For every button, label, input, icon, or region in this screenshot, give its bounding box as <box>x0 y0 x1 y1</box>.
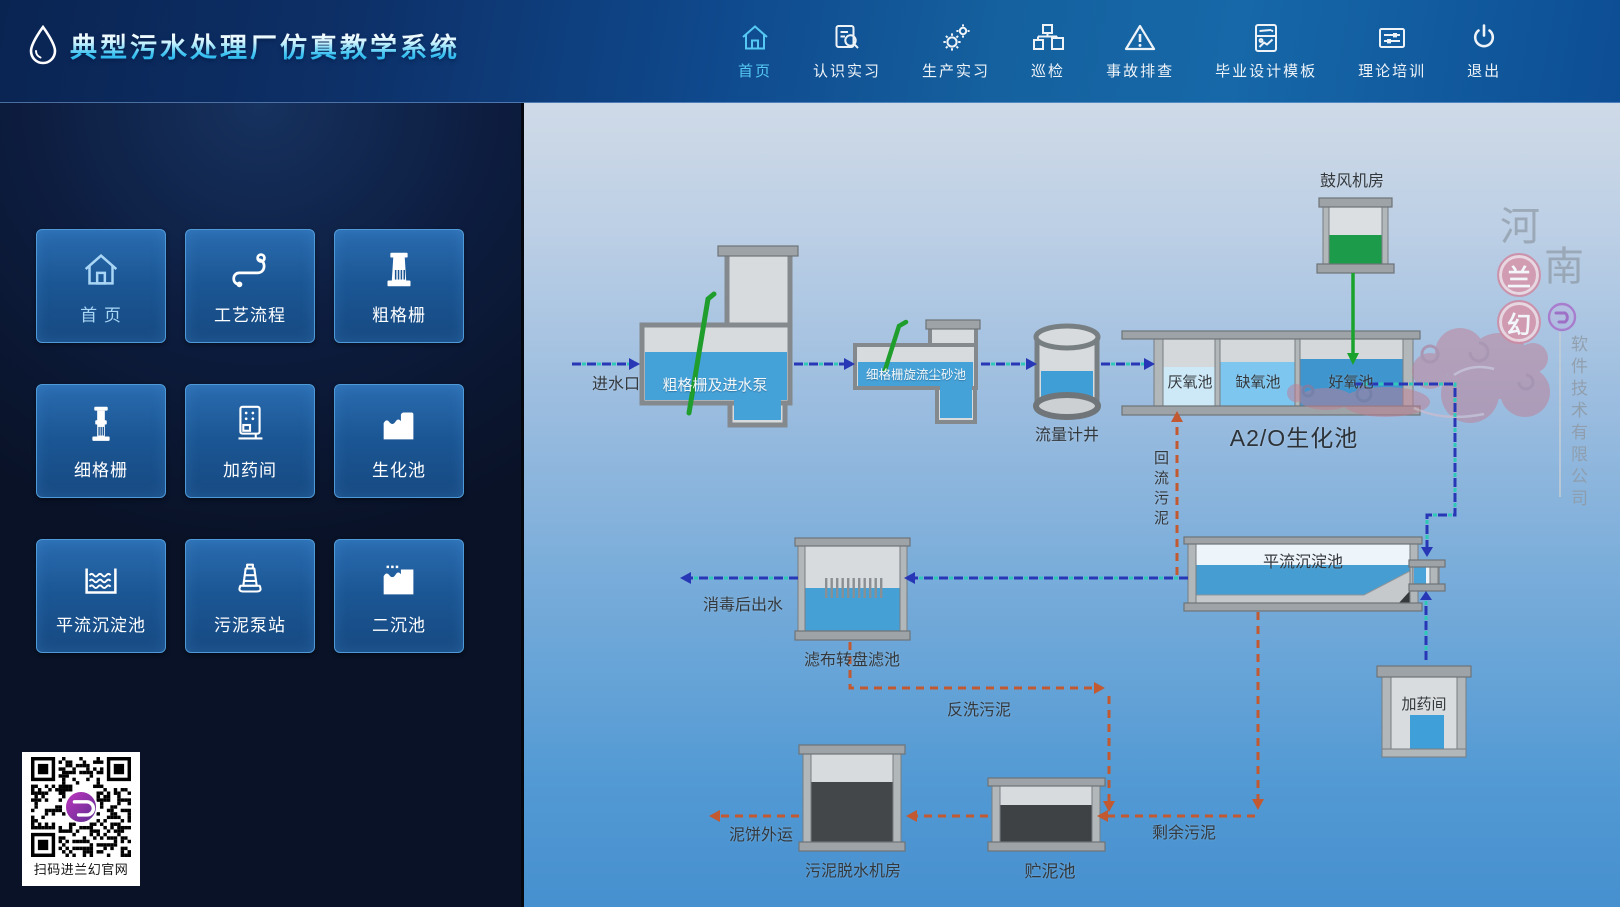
label-coarse-screen[interactable]: 粗格栅及进水泵 <box>662 374 767 395</box>
label-inlet: 进水口 <box>592 370 640 394</box>
bio-tank-icon <box>376 402 422 448</box>
label-disinfected-outflow: 消毒后出水 <box>703 591 783 615</box>
sidebar-item-home[interactable]: 首 页 <box>36 229 166 343</box>
warning-triangle-icon <box>1123 22 1157 54</box>
label-dosing-room[interactable]: 加药间 <box>1401 693 1446 714</box>
label-return-sludge: 回流污泥 <box>1150 450 1171 530</box>
coarse-screen-tank-shape[interactable] <box>642 246 798 425</box>
top-nav: 首页 认识实习 <box>738 0 1501 103</box>
watermark-seal-lan: 兰 <box>1497 253 1541 297</box>
label-fine-screen-grit[interactable]: 细格栅旋流尘砂池 <box>866 364 966 383</box>
label-sedimentation[interactable]: 平流沉淀池 <box>1263 548 1343 572</box>
dosing-machine-icon <box>227 402 273 448</box>
watermark-char-nan: 南 <box>1544 234 1584 292</box>
label-aerobic: 好氧池 <box>1328 371 1373 392</box>
org-chart-icon <box>1032 22 1064 54</box>
sidebar: 首 页 工艺流程 <box>0 103 524 907</box>
app-window: 典型污水处理厂仿真教学系统 首页 认识实习 <box>0 0 1620 907</box>
secondary-tank-icon <box>376 557 422 603</box>
flow-diagram-area: 进水口 粗格栅及进水泵 细格栅旋流尘砂池 流量计井 厌氧池 缺氧池 好氧池 A2… <box>524 103 1620 907</box>
watermark-seal-huan: 幻 <box>1497 300 1541 344</box>
qr-caption: 扫码进兰幻官网 <box>22 859 140 878</box>
home-icon <box>739 22 771 54</box>
sidebar-item-sludge-pump-station[interactable]: 污泥泵站 <box>185 539 315 653</box>
sliders-icon <box>1376 22 1408 54</box>
gears-icon <box>940 22 972 54</box>
header-bar: 典型污水处理厂仿真教学系统 首页 认识实习 <box>0 0 1620 103</box>
fine-screen-icon <box>78 402 124 448</box>
sludge-flow-pipes <box>709 411 1264 822</box>
label-anoxic: 缺氧池 <box>1235 371 1280 392</box>
sidebar-item-dosing-room[interactable]: 加药间 <box>185 384 315 498</box>
label-a2o-tank[interactable]: A2/O生化池 <box>1230 419 1358 453</box>
label-cloth-disc-filter[interactable]: 滤布转盘滤池 <box>804 646 900 670</box>
sludge-pump-icon <box>227 557 273 603</box>
qr-code-card: 扫码进兰幻官网 <box>22 752 140 886</box>
sidebar-item-bio-tank[interactable]: 生化池 <box>334 384 464 498</box>
dewatering-house-shape[interactable] <box>799 745 905 851</box>
sidebar-button-grid: 首 页 工艺流程 <box>36 229 464 653</box>
nav-item-production-practice[interactable]: 生产实习 <box>922 22 990 81</box>
label-blower-house[interactable]: 鼓风机房 <box>1320 167 1384 191</box>
qr-code <box>31 757 131 857</box>
watermark-char-he: 河 <box>1500 194 1540 252</box>
sidebar-item-fine-screen[interactable]: 细格栅 <box>36 384 166 498</box>
nav-item-accident-check[interactable]: 事故排查 <box>1106 22 1174 81</box>
process-flow-diagram <box>524 103 1620 907</box>
sidebar-item-coarse-screen[interactable]: 粗格栅 <box>334 229 464 343</box>
sidebar-item-process-flow[interactable]: 工艺流程 <box>185 229 315 343</box>
water-drop-icon <box>28 24 58 66</box>
process-route-icon <box>227 247 273 293</box>
document-search-icon <box>831 22 863 54</box>
cloth-disc-filter-shape[interactable] <box>795 538 910 640</box>
label-sludge-cake-out: 泥饼外运 <box>729 821 793 845</box>
label-dewatering-house[interactable]: 污泥脱水机房 <box>805 857 901 881</box>
nav-item-inspection[interactable]: 巡检 <box>1031 22 1065 81</box>
label-surplus-sludge: 剩余污泥 <box>1152 819 1216 843</box>
sludge-storage-tank-shape[interactable] <box>988 778 1105 851</box>
label-sludge-storage[interactable]: 贮泥池 <box>1025 857 1076 882</box>
label-anaerobic: 厌氧池 <box>1167 371 1212 392</box>
sidebar-item-sedimentation-tank[interactable]: 平流沉淀池 <box>36 539 166 653</box>
sedimentation-tank-icon <box>78 557 124 603</box>
flow-meter-well-shape[interactable] <box>1036 326 1098 417</box>
home-icon <box>78 247 124 293</box>
label-backwash-sludge: 反洗污泥 <box>947 696 1011 720</box>
nav-item-cognition-practice[interactable]: 认识实习 <box>813 22 881 81</box>
sedimentation-outlet-connector <box>1409 560 1445 591</box>
app-brand: 典型污水处理厂仿真教学系统 <box>28 24 460 66</box>
nav-item-graduation-template[interactable]: 毕业设计模板 <box>1215 22 1317 81</box>
sidebar-item-secondary-tank[interactable]: 二沉池 <box>334 539 464 653</box>
coarse-screen-icon <box>376 247 422 293</box>
nav-item-home[interactable]: 首页 <box>738 22 772 81</box>
design-template-icon <box>1250 22 1282 54</box>
watermark-company: 软件技术有限公司 <box>1565 335 1590 511</box>
power-icon <box>1468 22 1500 54</box>
label-flow-meter-well[interactable]: 流量计井 <box>1035 421 1099 445</box>
watermark-divider <box>1559 332 1561 497</box>
lanhuan-logo-icon <box>1546 301 1578 338</box>
page-title: 典型污水处理厂仿真教学系统 <box>70 26 460 65</box>
nav-item-theory-training[interactable]: 理论培训 <box>1358 22 1426 81</box>
nav-item-exit[interactable]: 退出 <box>1467 22 1501 81</box>
